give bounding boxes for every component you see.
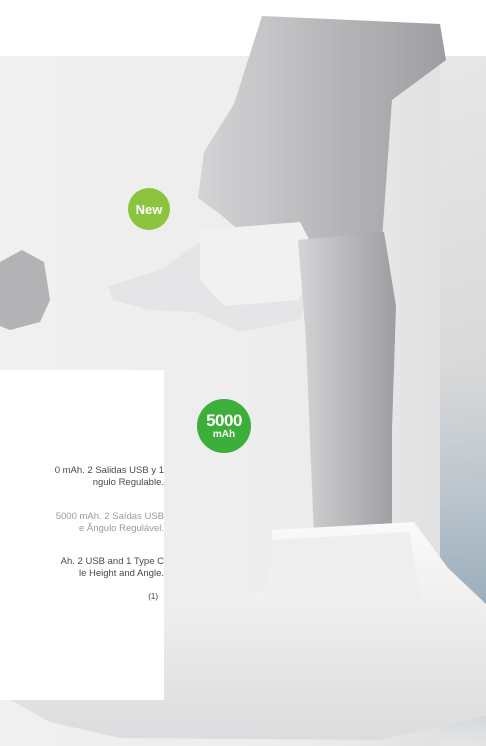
new-badge: New: [128, 188, 170, 230]
description-panel: [0, 370, 164, 700]
description-english: Ah. 2 USB and 1 Type C le Height and Ang…: [0, 556, 164, 580]
description-portuguese: 5000 mAh. 2 Saídas USB e Ângulo Reguláve…: [0, 511, 164, 535]
new-badge-label: New: [135, 201, 163, 217]
stand-base-top: [270, 532, 420, 604]
description-pt-line-1: 5000 mAh. 2 Saídas USB: [55, 511, 164, 522]
capacity-value: 5000: [206, 411, 242, 430]
description-spanish: 0 mAh. 2 Salidas USB y 1 ngulo Regulable…: [0, 465, 164, 489]
stand-column: [298, 232, 396, 536]
description-en-line-2: le Height and Angle.: [78, 568, 164, 579]
capacity-badge: 5000 mAh: [197, 399, 251, 453]
description-es-line-2: ngulo Regulable.: [92, 477, 164, 488]
capacity-unit: mAh: [212, 429, 236, 440]
footnote-marker: (1): [148, 592, 158, 601]
description-es-line-1: 0 mAh. 2 Salidas USB y 1: [54, 465, 164, 476]
stand-fragment-left: [0, 250, 50, 330]
description-en-line-1: Ah. 2 USB and 1 Type C: [60, 556, 164, 567]
stand-back-plate: [198, 16, 446, 252]
description-pt-line-2: e Ângulo Regulável.: [78, 523, 164, 534]
